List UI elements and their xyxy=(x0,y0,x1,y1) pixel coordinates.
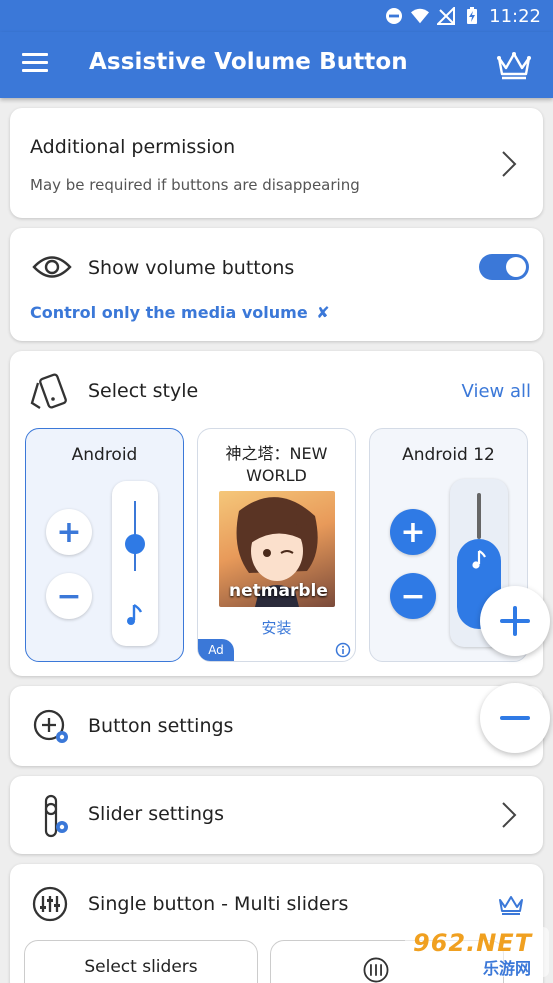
menu-icon[interactable] xyxy=(22,53,48,75)
additional-permission-card[interactable]: Additional permission May be required if… xyxy=(10,108,543,218)
show-volume-buttons-label: Show volume buttons xyxy=(88,257,295,279)
view-all-link[interactable]: View all xyxy=(462,381,531,402)
slider-settings-label: Slider settings xyxy=(88,803,224,825)
media-volume-link[interactable]: Control only the media volume ✘ xyxy=(30,303,330,322)
volume-slider-preview xyxy=(112,481,158,646)
single-button-multi-sliders-label: Single button - Multi sliders xyxy=(88,893,349,915)
watermark-logo: 962.NET 乐游网 xyxy=(405,927,549,978)
floating-volume-down-button[interactable] xyxy=(480,683,550,753)
ad-info-icon[interactable] xyxy=(335,642,351,658)
button-settings-card[interactable]: Button settings xyxy=(10,686,543,766)
show-volume-buttons-card: Show volume buttons Control only the med… xyxy=(10,228,543,341)
volume-up-icon: + xyxy=(390,509,436,555)
ad-card[interactable]: 神之塔：NEW WORLD netmarble 安装 Ad xyxy=(197,428,356,662)
watermark-text: 962.NET xyxy=(413,929,533,957)
permission-title: Additional permission xyxy=(30,136,236,158)
style-card-android[interactable]: Android + − xyxy=(25,428,184,662)
select-sliders-label: Select sliders xyxy=(84,957,198,977)
do-not-disturb-icon xyxy=(385,7,403,25)
music-note-icon xyxy=(472,550,486,569)
plus-icon xyxy=(500,606,530,636)
permission-subtitle: May be required if buttons are disappear… xyxy=(30,176,360,194)
style-phone-icon xyxy=(30,373,67,409)
style-card-name: Android xyxy=(71,445,138,465)
multi-sliders-icon xyxy=(363,957,389,983)
eye-icon xyxy=(32,256,72,278)
select-style-label: Select style xyxy=(88,380,199,402)
ad-title: 神之塔：NEW WORLD xyxy=(225,444,328,485)
chevron-right-icon xyxy=(502,151,517,177)
netmarble-logo: netmarble xyxy=(229,581,328,601)
clock: 11:22 xyxy=(489,5,541,27)
watermark-sub: 乐游网 xyxy=(483,959,532,978)
media-volume-link-label: Control only the media volume xyxy=(30,303,308,322)
floating-volume-up-button[interactable] xyxy=(480,586,550,656)
ad-badge: Ad xyxy=(198,639,234,661)
wifi-icon xyxy=(411,7,430,25)
button-settings-label: Button settings xyxy=(88,715,234,737)
battery-charging-icon xyxy=(463,7,481,25)
music-note-icon xyxy=(127,603,143,625)
multi-sliders-icon xyxy=(32,886,68,922)
volume-down-icon: − xyxy=(46,573,92,619)
status-bar: 11:22 xyxy=(0,0,553,32)
ad-game-image: netmarble xyxy=(219,491,335,607)
install-button[interactable]: 安装 xyxy=(198,617,355,638)
button-settings-icon xyxy=(33,709,68,743)
app-title: Assistive Volume Button xyxy=(89,49,408,75)
minus-icon xyxy=(500,716,530,720)
crown-icon[interactable] xyxy=(495,50,533,80)
close-x-icon: ✘ xyxy=(316,303,330,322)
chevron-right-icon xyxy=(502,802,517,828)
style-card-name: Android 12 xyxy=(402,445,495,465)
app-bar: Assistive Volume Button xyxy=(0,32,553,98)
slider-settings-card[interactable]: Slider settings xyxy=(10,776,543,854)
select-sliders-button[interactable]: Select sliders xyxy=(24,940,258,983)
premium-crown-icon xyxy=(499,896,523,915)
volume-down-icon: − xyxy=(390,573,436,619)
volume-up-icon: + xyxy=(46,509,92,555)
no-signal-icon xyxy=(437,7,456,25)
show-volume-buttons-toggle[interactable] xyxy=(479,254,529,280)
slider-settings-icon xyxy=(44,794,68,838)
